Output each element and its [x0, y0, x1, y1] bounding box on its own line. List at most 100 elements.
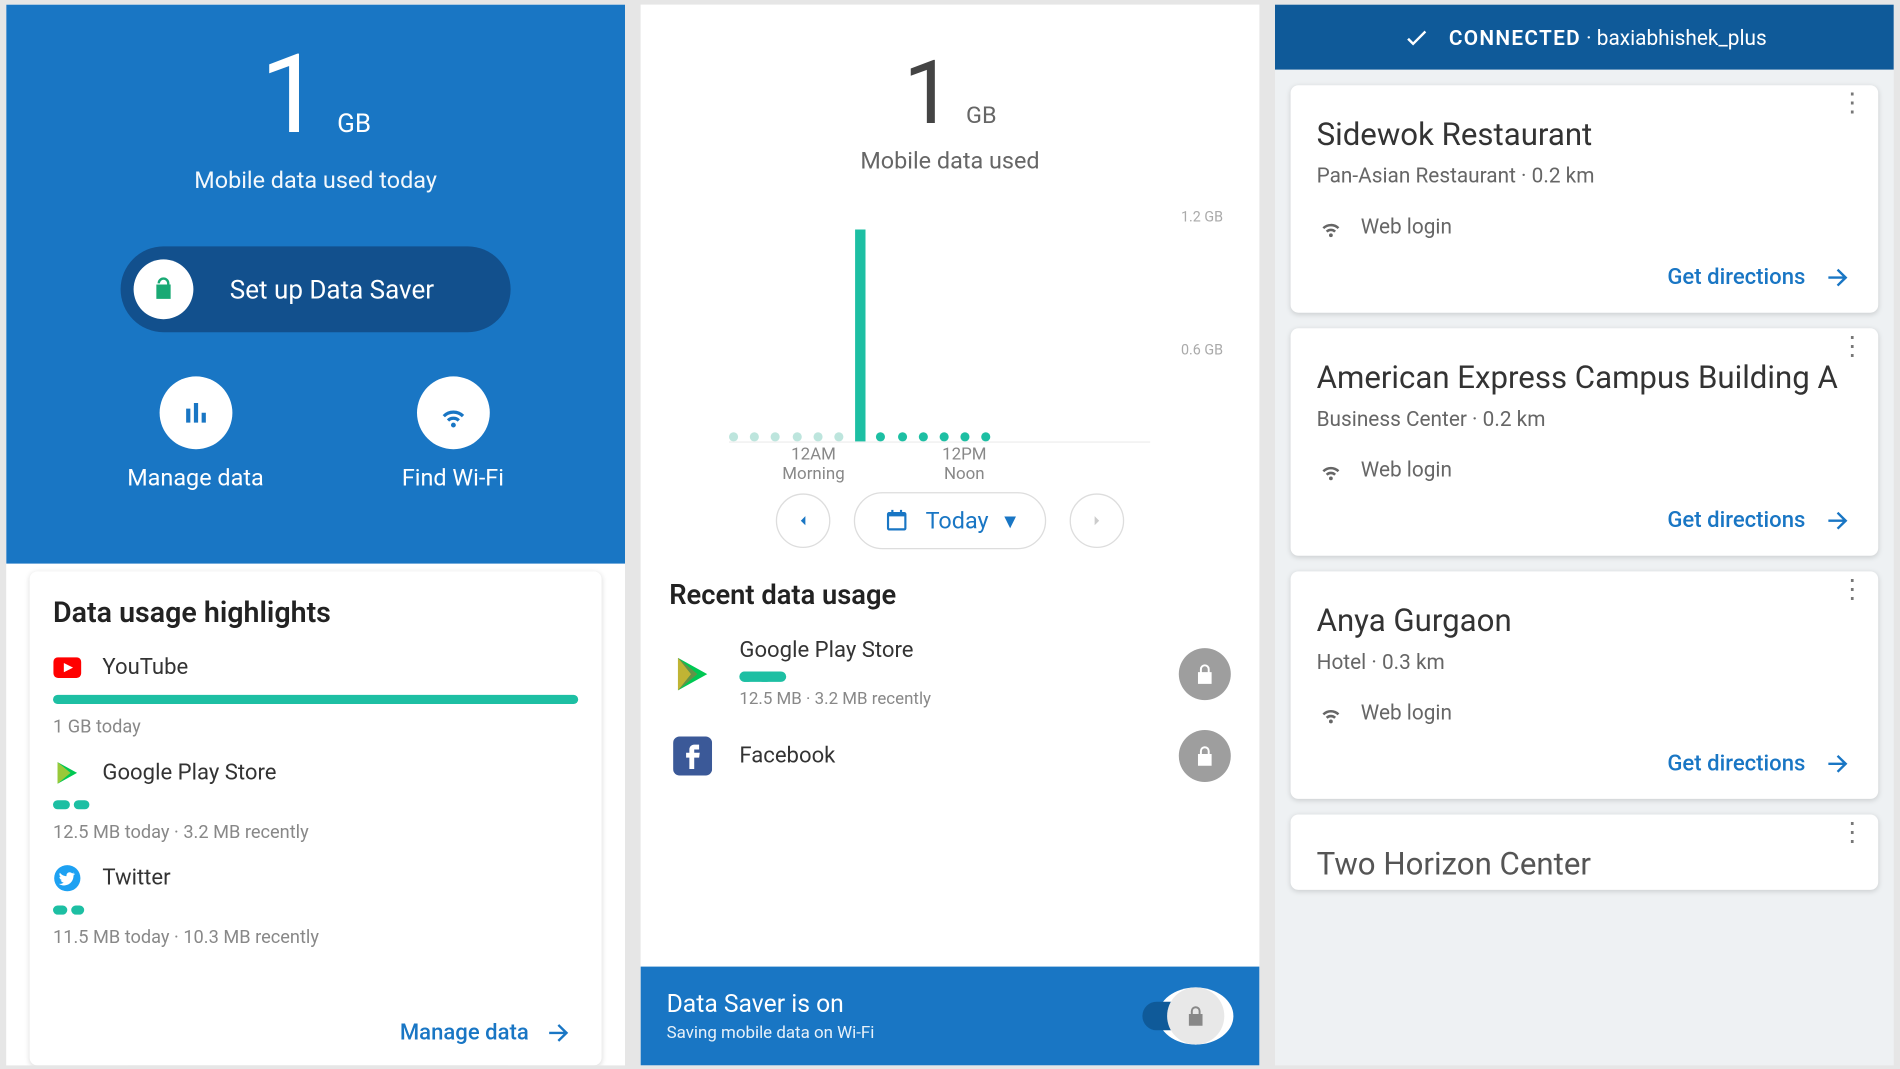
wifi-place-card[interactable]: ⋮ Two Horizon Center — [1291, 814, 1879, 889]
manage-data-label: Manage data — [127, 464, 263, 491]
wifi-place-card[interactable]: ⋮ Sidewok Restaurant Pan-Asian Restauran… — [1291, 85, 1879, 312]
get-directions-label: Get directions — [1667, 507, 1805, 533]
chart-bar — [855, 229, 865, 441]
date-prev-button[interactable] — [776, 493, 831, 548]
wifi-icon — [416, 376, 489, 449]
facebook-icon — [669, 732, 716, 779]
chart-xlabel-part: Noon — [944, 464, 985, 484]
play-icon — [669, 650, 716, 697]
highlight-bar — [53, 694, 578, 703]
highlight-bar — [53, 800, 90, 809]
get-directions-button[interactable]: Get directions — [1317, 263, 1853, 292]
data-saver-title: Data Saver is on — [667, 988, 875, 1018]
chart-xlabel-time: 12AM — [768, 445, 859, 465]
web-login-label: Web login — [1361, 699, 1452, 724]
manage-usage-caption: Mobile data used — [641, 147, 1260, 174]
manage-data-link-label: Manage data — [400, 1019, 529, 1045]
recent-usage-title: Recent data usage — [669, 580, 1259, 611]
home-usage-value: 1 — [260, 30, 321, 159]
chart-xlabel-time: 12PM — [919, 445, 1010, 465]
highlight-app: YouTube — [102, 654, 188, 680]
lock-toggle[interactable] — [1179, 647, 1231, 699]
youtube-icon — [53, 653, 82, 682]
date-next-button[interactable] — [1069, 493, 1124, 548]
place-title: American Express Campus Building A — [1317, 359, 1853, 395]
chart-xlabel-part: Morning — [782, 464, 844, 484]
recent-app-name: Facebook — [739, 743, 1155, 769]
get-directions-label: Get directions — [1667, 750, 1805, 776]
manage-data-link[interactable]: Manage data — [400, 1018, 573, 1047]
hourly-usage-chart: 1.2 GB 0.6 GB 12AM Morning 12PM Noon — [677, 200, 1223, 486]
bar-chart-icon — [159, 376, 232, 449]
recent-row[interactable]: Google Play Store 12.5 MB · 3.2 MB recen… — [641, 627, 1260, 719]
overflow-menu-button[interactable]: ⋮ — [1839, 827, 1865, 835]
connected-label: CONNECTED — [1449, 24, 1581, 49]
lock-icon — [1167, 987, 1224, 1044]
highlight-row[interactable]: Google Play Store 12.5 MB today · 3.2 MB… — [53, 758, 578, 842]
manage-data-button[interactable]: Manage data — [127, 376, 263, 492]
highlight-meta: 1 GB today — [53, 717, 578, 738]
date-picker-button[interactable]: Today ▾ — [854, 492, 1046, 549]
highlight-bar — [53, 905, 85, 914]
home-screen: 1 GB Mobile data used today Set up Data … — [6, 4, 625, 1065]
place-title: Sidewok Restaurant — [1317, 116, 1853, 152]
caret-down-icon: ▾ — [1004, 507, 1016, 534]
chart-bars — [729, 200, 1150, 442]
calendar-icon — [884, 507, 910, 533]
connected-banner: CONNECTED · baxiabhishek_plus — [1275, 4, 1894, 69]
manage-hero: 1 GB Mobile data used — [641, 4, 1260, 174]
web-login-label: Web login — [1361, 213, 1452, 238]
place-subtitle: Hotel · 0.3 km — [1317, 649, 1853, 674]
lock-toggle[interactable] — [1179, 730, 1231, 782]
wifi-place-card[interactable]: ⋮ Anya Gurgaon Hotel · 0.3 km Web login … — [1291, 571, 1879, 799]
unlock-icon — [134, 259, 194, 319]
setup-data-saver-label: Set up Data Saver — [230, 273, 434, 304]
setup-data-saver-button[interactable]: Set up Data Saver — [121, 246, 511, 332]
data-saver-banner[interactable]: Data Saver is on Saving mobile data on W… — [641, 966, 1260, 1065]
recent-meta: 12.5 MB · 3.2 MB recently — [739, 689, 1155, 709]
highlights-title: Data usage highlights — [53, 597, 578, 630]
web-login-label: Web login — [1361, 456, 1452, 481]
chart-ytick: 1.2 GB — [1181, 208, 1223, 225]
connected-ssid: baxiabhishek_plus — [1597, 24, 1767, 49]
wifi-place-card[interactable]: ⋮ American Express Campus Building A Bus… — [1291, 328, 1879, 555]
find-wifi-label: Find Wi-Fi — [402, 464, 504, 491]
twitter-icon — [53, 863, 82, 892]
play-icon — [53, 758, 82, 787]
data-saver-subtitle: Saving mobile data on Wi-Fi — [667, 1023, 875, 1043]
arrow-right-icon — [544, 1018, 573, 1047]
recent-bar — [739, 671, 786, 681]
highlight-row[interactable]: Twitter 11.5 MB today · 10.3 MB recently — [53, 863, 578, 948]
manage-usage-unit: GB — [966, 102, 997, 129]
place-title: Two Horizon Center — [1317, 845, 1853, 881]
home-usage-unit: GB — [337, 107, 371, 138]
highlight-meta: 11.5 MB today · 10.3 MB recently — [53, 927, 578, 948]
check-icon — [1402, 22, 1431, 51]
home-hero: 1 GB Mobile data used today Set up Data … — [6, 4, 625, 563]
highlight-app: Twitter — [102, 865, 170, 891]
get-directions-label: Get directions — [1667, 264, 1805, 290]
recent-row[interactable]: Facebook — [641, 719, 1260, 781]
overflow-menu-button[interactable]: ⋮ — [1839, 584, 1865, 592]
overflow-menu-button[interactable]: ⋮ — [1839, 98, 1865, 106]
wifi-icon — [1317, 211, 1346, 240]
find-wifi-button[interactable]: Find Wi-Fi — [402, 376, 504, 492]
highlight-row[interactable]: YouTube 1 GB today — [53, 653, 578, 738]
highlights-card: Data usage highlights YouTube 1 GB today… — [30, 571, 602, 1065]
data-saver-toggle[interactable] — [1158, 987, 1233, 1044]
wifi-icon — [1317, 697, 1346, 726]
place-subtitle: Business Center · 0.2 km — [1317, 406, 1853, 431]
get-directions-button[interactable]: Get directions — [1317, 506, 1853, 535]
place-title: Anya Gurgaon — [1317, 602, 1853, 638]
wifi-icon — [1317, 454, 1346, 483]
date-picker-label: Today — [926, 507, 989, 534]
recent-app-name: Google Play Store — [739, 637, 1155, 663]
highlight-meta: 12.5 MB today · 3.2 MB recently — [53, 822, 578, 843]
manage-data-screen: 1 GB Mobile data used 1.2 GB 0.6 GB 12AM… — [641, 4, 1260, 1065]
overflow-menu-button[interactable]: ⋮ — [1839, 341, 1865, 349]
find-wifi-screen: CONNECTED · baxiabhishek_plus ⋮ Sidewok … — [1275, 4, 1894, 1065]
highlight-app: Google Play Store — [102, 759, 276, 785]
manage-usage-value: 1 — [903, 41, 953, 145]
chart-ytick: 0.6 GB — [1181, 341, 1223, 358]
get-directions-button[interactable]: Get directions — [1317, 749, 1853, 778]
